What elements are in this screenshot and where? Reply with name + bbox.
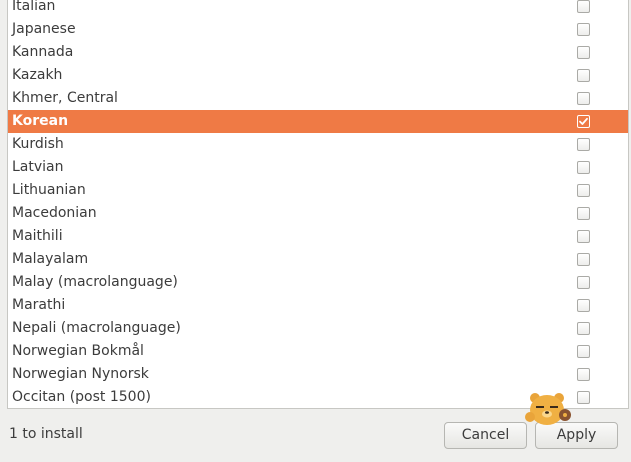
language-row[interactable]: Kannada — [8, 41, 628, 64]
checkbox-icon[interactable] — [577, 276, 590, 289]
language-name: Maithili — [12, 228, 63, 244]
language-row[interactable]: Italian — [8, 0, 628, 18]
bear-mascot-icon — [525, 393, 571, 425]
checkbox-icon[interactable] — [577, 391, 590, 404]
checkbox-icon[interactable] — [577, 299, 590, 312]
language-name: Latvian — [12, 159, 64, 175]
checkbox-icon[interactable] — [577, 46, 590, 59]
language-row[interactable]: Marathi — [8, 294, 628, 317]
language-list: Italian Japanese Kannada Kazakh Khmer, Centr… — [8, 0, 628, 408]
checkbox-icon[interactable] — [577, 0, 590, 13]
checkbox-icon[interactable] — [577, 230, 590, 243]
language-name: Malay (macrolanguage) — [12, 274, 178, 290]
language-row[interactable]: Latvian — [8, 156, 628, 179]
language-name: Japanese — [12, 21, 76, 37]
language-row[interactable]: Norwegian Nynorsk — [8, 363, 628, 386]
language-row[interactable]: Norwegian Bokmål — [8, 340, 628, 363]
checkbox-icon[interactable] — [577, 207, 590, 220]
language-row[interactable]: Japanese — [8, 18, 628, 41]
language-row[interactable]: Korean — [8, 110, 628, 133]
checkbox-icon[interactable] — [577, 138, 590, 151]
language-name: Italian — [12, 0, 56, 14]
checkbox-icon[interactable] — [577, 23, 590, 36]
install-status-text: 1 to install — [9, 426, 83, 442]
language-name: Nepali (macrolanguage) — [12, 320, 181, 336]
checkbox-icon[interactable] — [577, 161, 590, 174]
language-row[interactable]: Malayalam — [8, 248, 628, 271]
language-row[interactable]: Malay (macrolanguage) — [8, 271, 628, 294]
language-name: Korean — [12, 113, 69, 129]
cancel-button[interactable]: Cancel — [444, 422, 527, 449]
language-row[interactable]: Nepali (macrolanguage) — [8, 317, 628, 340]
checkbox-icon[interactable] — [577, 184, 590, 197]
language-name: Malayalam — [12, 251, 89, 267]
checkbox-icon[interactable] — [577, 115, 590, 128]
checkbox-icon[interactable] — [577, 253, 590, 266]
language-row[interactable]: Kazakh — [8, 64, 628, 87]
language-name: Norwegian Nynorsk — [12, 366, 149, 382]
language-name: Kurdish — [12, 136, 64, 152]
checkbox-icon[interactable] — [577, 69, 590, 82]
language-row[interactable]: Lithuanian — [8, 179, 628, 202]
checkbox-icon[interactable] — [577, 322, 590, 335]
language-name: Macedonian — [12, 205, 97, 221]
checkbox-icon[interactable] — [577, 92, 590, 105]
checkbox-icon[interactable] — [577, 368, 590, 381]
language-name: Kazakh — [12, 67, 63, 83]
language-name: Lithuanian — [12, 182, 86, 198]
language-row[interactable]: Maithili — [8, 225, 628, 248]
checkbox-icon[interactable] — [577, 345, 590, 358]
language-name: Occitan (post 1500) — [12, 389, 151, 405]
language-row[interactable]: Kurdish — [8, 133, 628, 156]
language-name: Marathi — [12, 297, 66, 313]
language-list-panel: Italian Japanese Kannada Kazakh Khmer, Centr… — [7, 0, 629, 409]
language-row[interactable]: Khmer, Central — [8, 87, 628, 110]
language-name: Kannada — [12, 44, 74, 60]
language-name: Norwegian Bokmål — [12, 343, 144, 359]
language-name: Khmer, Central — [12, 90, 118, 106]
language-row[interactable]: Macedonian — [8, 202, 628, 225]
checkmark-icon — [579, 117, 588, 125]
